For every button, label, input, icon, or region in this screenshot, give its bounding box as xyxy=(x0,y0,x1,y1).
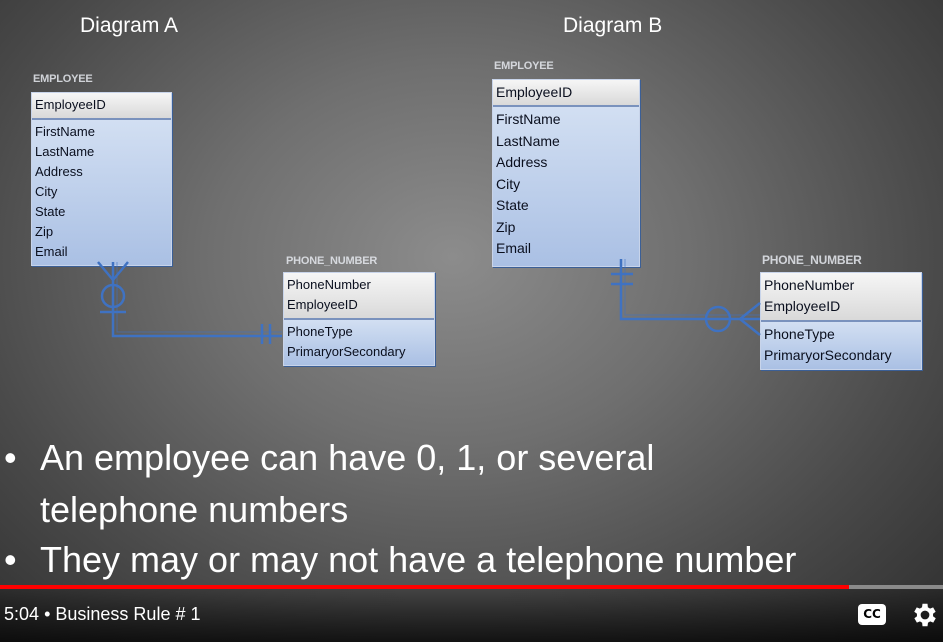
connector-a xyxy=(111,262,282,338)
settings-gear-icon[interactable] xyxy=(910,600,940,630)
progress-bar[interactable] xyxy=(0,585,943,589)
current-time: 5:04 xyxy=(4,604,40,624)
bullet-2: • They may or may not have a telephone n… xyxy=(4,534,800,586)
bullet-text: They may or may not have a telephone num… xyxy=(40,539,797,580)
time-chapter[interactable]: 5:04 • Business Rule # 1 xyxy=(4,604,200,625)
time-separator: • xyxy=(44,604,51,624)
progress-played xyxy=(0,585,849,589)
crowfoot-a xyxy=(97,261,114,281)
relationship-b xyxy=(611,259,761,336)
video-frame[interactable]: Diagram A Diagram B EMPLOYEE EmployeeID … xyxy=(0,0,943,642)
bullet-text: An employee can have 0, 1, or several te… xyxy=(40,437,655,530)
captions-button[interactable]: CC xyxy=(858,604,886,625)
connector-b xyxy=(619,259,760,321)
crowfoot-b xyxy=(739,302,761,320)
relationship-a xyxy=(97,261,282,344)
progress-unplayed xyxy=(848,585,943,589)
chapter-title: Business Rule # 1 xyxy=(55,604,201,624)
bullet-1: • An employee can have 0, 1, or several … xyxy=(4,432,800,536)
bullet-dot: • xyxy=(4,539,17,580)
bullet-dot: • xyxy=(4,437,17,478)
